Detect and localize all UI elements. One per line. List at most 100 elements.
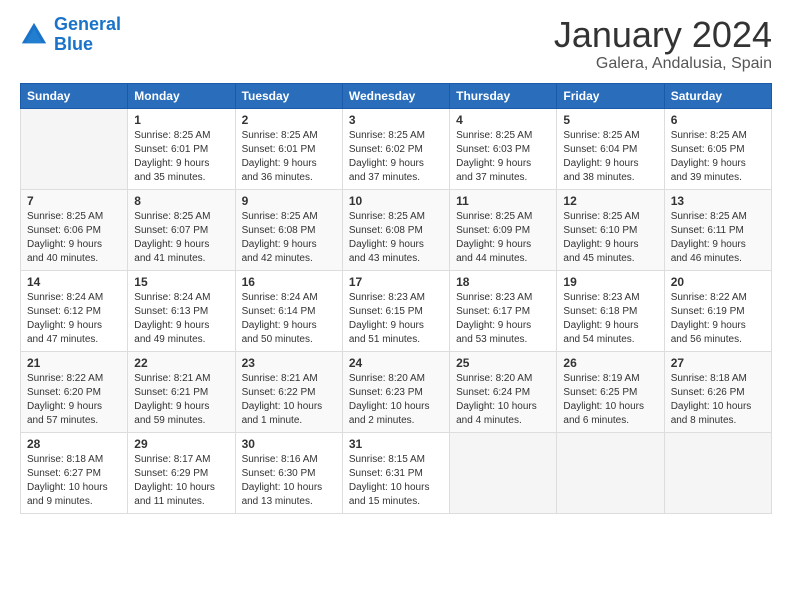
day-number: 12 bbox=[563, 194, 657, 208]
day-number: 5 bbox=[563, 113, 657, 127]
cell-content: Sunrise: 8:19 AMSunset: 6:25 PMDaylight:… bbox=[563, 372, 657, 428]
calendar-cell: 13 Sunrise: 8:25 AMSunset: 6:11 PMDayligh… bbox=[664, 189, 771, 270]
day-number: 9 bbox=[242, 194, 336, 208]
calendar-cell: 29Sunrise: 8:17 AMSunset: 6:29 PMDayligh… bbox=[128, 432, 235, 513]
page-container: GeneralBlue January 2024 Galera, Andalus… bbox=[0, 0, 792, 524]
calendar-cell: 15 Sunrise: 8:24 AMSunset: 6:13 PMDayligh… bbox=[128, 270, 235, 351]
cell-content: Sunrise: 8:22 AMSunset: 6:19 PMDaylight:… bbox=[671, 291, 765, 347]
calendar-cell: 18Sunrise: 8:23 AMSunset: 6:17 PMDayligh… bbox=[450, 270, 557, 351]
calendar-cell: 26 Sunrise: 8:19 AMSunset: 6:25 PMDayligh… bbox=[557, 351, 664, 432]
cell-content: Sunrise: 8:25 AMSunset: 6:01 PMDaylight:… bbox=[134, 129, 228, 185]
day-number: 11 bbox=[456, 194, 550, 208]
day-number: 30 bbox=[242, 437, 336, 451]
calendar-cell: 8 Sunrise: 8:25 AMSunset: 6:07 PMDaylight… bbox=[128, 189, 235, 270]
cell-content: Sunrise: 8:24 AMSunset: 6:13 PMDaylight:… bbox=[134, 291, 228, 347]
calendar-cell: 7Sunrise: 8:25 AMSunset: 6:06 PMDaylight… bbox=[21, 189, 128, 270]
day-number: 2 bbox=[242, 113, 336, 127]
cell-content: Sunrise: 8:18 AMSunset: 6:27 PMDaylight:… bbox=[27, 453, 121, 509]
calendar-cell: 20Sunrise: 8:22 AMSunset: 6:19 PMDayligh… bbox=[664, 270, 771, 351]
cell-content: Sunrise: 8:25 AMSunset: 6:01 PMDaylight:… bbox=[242, 129, 336, 185]
cell-content: Sunrise: 8:25 AMSunset: 6:11 PMDaylight:… bbox=[671, 210, 765, 266]
day-number: 19 bbox=[563, 275, 657, 289]
cell-content: Sunrise: 8:21 AMSunset: 6:22 PMDaylight:… bbox=[242, 372, 336, 428]
calendar-cell: 16 Sunrise: 8:24 AMSunset: 6:14 PMDayligh… bbox=[235, 270, 342, 351]
page-header: GeneralBlue January 2024 Galera, Andalus… bbox=[20, 15, 772, 73]
calendar-week-row: 28Sunrise: 8:18 AMSunset: 6:27 PMDayligh… bbox=[21, 432, 772, 513]
calendar-cell: 3 Sunrise: 8:25 AMSunset: 6:02 PMDaylight… bbox=[342, 108, 449, 189]
day-header-wednesday: Wednesday bbox=[342, 83, 449, 108]
day-number: 26 bbox=[563, 356, 657, 370]
calendar-cell: 21 Sunrise: 8:22 AMSunset: 6:20 PMDayligh… bbox=[21, 351, 128, 432]
day-header-tuesday: Tuesday bbox=[235, 83, 342, 108]
cell-content: Sunrise: 8:25 AMSunset: 6:06 PMDaylight:… bbox=[27, 210, 121, 266]
cell-content: Sunrise: 8:20 AMSunset: 6:23 PMDaylight:… bbox=[349, 372, 443, 428]
calendar-week-row: 1 Sunrise: 8:25 AMSunset: 6:01 PMDaylight… bbox=[21, 108, 772, 189]
day-number: 31 bbox=[349, 437, 443, 451]
day-number: 3 bbox=[349, 113, 443, 127]
day-number: 13 bbox=[671, 194, 765, 208]
calendar-cell: 25Sunrise: 8:20 AMSunset: 6:24 PMDayligh… bbox=[450, 351, 557, 432]
cell-content: Sunrise: 8:25 AMSunset: 6:02 PMDaylight:… bbox=[349, 129, 443, 185]
calendar-cell: 28Sunrise: 8:18 AMSunset: 6:27 PMDayligh… bbox=[21, 432, 128, 513]
day-number: 15 bbox=[134, 275, 228, 289]
day-number: 10 bbox=[349, 194, 443, 208]
cell-content: Sunrise: 8:20 AMSunset: 6:24 PMDaylight:… bbox=[456, 372, 550, 428]
cell-content: Sunrise: 8:25 AMSunset: 6:09 PMDaylight:… bbox=[456, 210, 550, 266]
cell-content: Sunrise: 8:15 AMSunset: 6:31 PMDaylight:… bbox=[349, 453, 443, 509]
logo-icon bbox=[20, 21, 48, 49]
cell-content: Sunrise: 8:18 AMSunset: 6:26 PMDaylight:… bbox=[671, 372, 765, 428]
cell-content: Sunrise: 8:25 AMSunset: 6:10 PMDaylight:… bbox=[563, 210, 657, 266]
calendar-week-row: 14 Sunrise: 8:24 AMSunset: 6:12 PMDayligh… bbox=[21, 270, 772, 351]
calendar-cell bbox=[557, 432, 664, 513]
calendar-cell: 9 Sunrise: 8:25 AMSunset: 6:08 PMDaylight… bbox=[235, 189, 342, 270]
calendar-cell: 23 Sunrise: 8:21 AMSunset: 6:22 PMDayligh… bbox=[235, 351, 342, 432]
calendar-cell: 4Sunrise: 8:25 AMSunset: 6:03 PMDaylight… bbox=[450, 108, 557, 189]
day-number: 6 bbox=[671, 113, 765, 127]
day-number: 16 bbox=[242, 275, 336, 289]
calendar-cell: 5 Sunrise: 8:25 AMSunset: 6:04 PMDaylight… bbox=[557, 108, 664, 189]
cell-content: Sunrise: 8:25 AMSunset: 6:05 PMDaylight:… bbox=[671, 129, 765, 185]
calendar-cell: 30 Sunrise: 8:16 AMSunset: 6:30 PMDayligh… bbox=[235, 432, 342, 513]
calendar-cell bbox=[664, 432, 771, 513]
calendar-cell: 10 Sunrise: 8:25 AMSunset: 6:08 PMDayligh… bbox=[342, 189, 449, 270]
cell-content: Sunrise: 8:21 AMSunset: 6:21 PMDaylight:… bbox=[134, 372, 228, 428]
logo: GeneralBlue bbox=[20, 15, 121, 55]
cell-content: Sunrise: 8:25 AMSunset: 6:04 PMDaylight:… bbox=[563, 129, 657, 185]
cell-content: Sunrise: 8:23 AMSunset: 6:17 PMDaylight:… bbox=[456, 291, 550, 347]
calendar-cell: 12 Sunrise: 8:25 AMSunset: 6:10 PMDayligh… bbox=[557, 189, 664, 270]
calendar-cell: 11 Sunrise: 8:25 AMSunset: 6:09 PMDayligh… bbox=[450, 189, 557, 270]
day-number: 14 bbox=[27, 275, 121, 289]
calendar-cell: 19 Sunrise: 8:23 AMSunset: 6:18 PMDayligh… bbox=[557, 270, 664, 351]
calendar-cell: 6 Sunrise: 8:25 AMSunset: 6:05 PMDaylight… bbox=[664, 108, 771, 189]
title-block: January 2024 Galera, Andalusia, Spain bbox=[554, 15, 772, 73]
calendar-cell: 31 Sunrise: 8:15 AMSunset: 6:31 PMDayligh… bbox=[342, 432, 449, 513]
calendar-cell: 14 Sunrise: 8:24 AMSunset: 6:12 PMDayligh… bbox=[21, 270, 128, 351]
calendar-cell: 24 Sunrise: 8:20 AMSunset: 6:23 PMDayligh… bbox=[342, 351, 449, 432]
calendar-cell: 22Sunrise: 8:21 AMSunset: 6:21 PMDayligh… bbox=[128, 351, 235, 432]
day-header-friday: Friday bbox=[557, 83, 664, 108]
day-number: 24 bbox=[349, 356, 443, 370]
day-header-sunday: Sunday bbox=[21, 83, 128, 108]
cell-content: Sunrise: 8:17 AMSunset: 6:29 PMDaylight:… bbox=[134, 453, 228, 509]
cell-content: Sunrise: 8:24 AMSunset: 6:14 PMDaylight:… bbox=[242, 291, 336, 347]
cell-content: Sunrise: 8:25 AMSunset: 6:07 PMDaylight:… bbox=[134, 210, 228, 266]
cell-content: Sunrise: 8:23 AMSunset: 6:18 PMDaylight:… bbox=[563, 291, 657, 347]
cell-content: Sunrise: 8:16 AMSunset: 6:30 PMDaylight:… bbox=[242, 453, 336, 509]
day-number: 27 bbox=[671, 356, 765, 370]
day-number: 1 bbox=[134, 113, 228, 127]
calendar-subtitle: Galera, Andalusia, Spain bbox=[554, 55, 772, 73]
calendar-cell: 17 Sunrise: 8:23 AMSunset: 6:15 PMDayligh… bbox=[342, 270, 449, 351]
calendar-cell: 27 Sunrise: 8:18 AMSunset: 6:26 PMDayligh… bbox=[664, 351, 771, 432]
cell-content: Sunrise: 8:25 AMSunset: 6:08 PMDaylight:… bbox=[242, 210, 336, 266]
cell-content: Sunrise: 8:24 AMSunset: 6:12 PMDaylight:… bbox=[27, 291, 121, 347]
day-header-thursday: Thursday bbox=[450, 83, 557, 108]
calendar-week-row: 21 Sunrise: 8:22 AMSunset: 6:20 PMDayligh… bbox=[21, 351, 772, 432]
day-header-monday: Monday bbox=[128, 83, 235, 108]
cell-content: Sunrise: 8:23 AMSunset: 6:15 PMDaylight:… bbox=[349, 291, 443, 347]
day-number: 23 bbox=[242, 356, 336, 370]
cell-content: Sunrise: 8:25 AMSunset: 6:08 PMDaylight:… bbox=[349, 210, 443, 266]
day-number: 8 bbox=[134, 194, 228, 208]
day-number: 17 bbox=[349, 275, 443, 289]
day-number: 21 bbox=[27, 356, 121, 370]
cell-content: Sunrise: 8:22 AMSunset: 6:20 PMDaylight:… bbox=[27, 372, 121, 428]
